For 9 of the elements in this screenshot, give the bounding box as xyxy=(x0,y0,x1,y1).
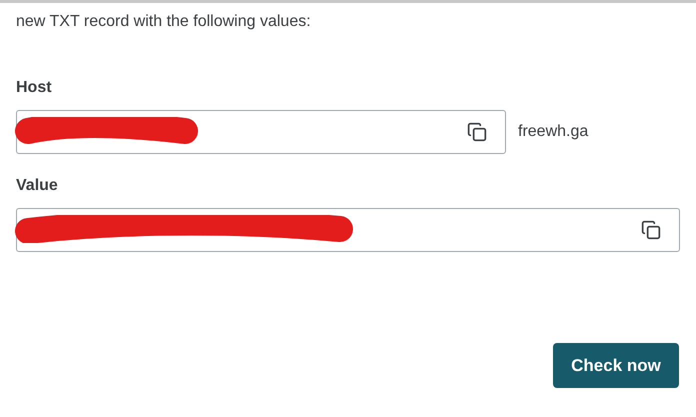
field-label: Value xyxy=(16,176,58,196)
domain-text: freewh.ga xyxy=(518,122,588,142)
input-field[interactable] xyxy=(16,208,680,252)
check-now-button[interactable]: Check now xyxy=(553,343,679,388)
copy-icon[interactable] xyxy=(641,220,661,240)
input-field[interactable] xyxy=(16,110,506,154)
copy-icon[interactable] xyxy=(467,122,487,142)
intro-text: new TXT record with the following values: xyxy=(16,12,312,32)
field-label: Host xyxy=(16,78,52,98)
